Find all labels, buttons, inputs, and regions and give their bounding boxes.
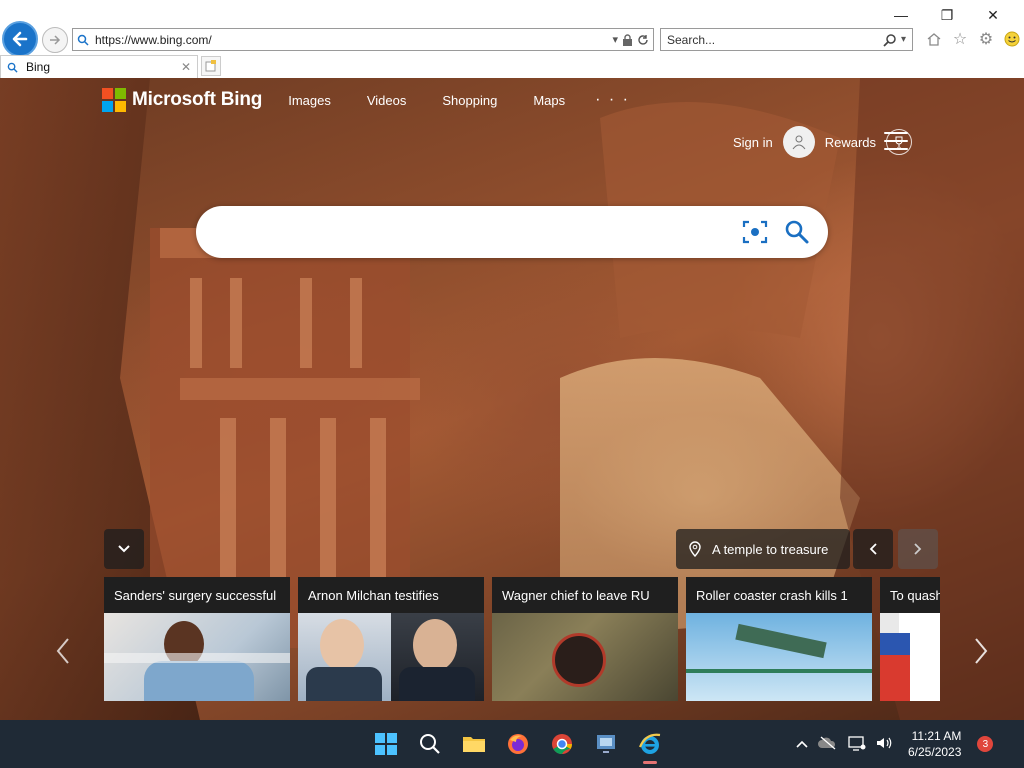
volume-icon[interactable] (876, 736, 892, 753)
chevron-right-icon (975, 638, 988, 664)
bing-homepage: Microsoft Bing Images Videos Shopping Ma… (0, 78, 1024, 720)
notification-badge[interactable]: 3 (977, 736, 994, 752)
chevron-right-icon (914, 543, 922, 555)
onedrive-offline-icon[interactable] (818, 736, 838, 753)
news-headline[interactable]: Wagner chief to leave RU (492, 577, 678, 613)
close-window-button[interactable]: ✕ (970, 4, 1016, 26)
search-submit-icon[interactable] (780, 215, 814, 249)
search-icon[interactable] (883, 33, 897, 47)
system-tray: 11:21 AM 6/25/2023 3 (796, 720, 994, 768)
microsoft-logo-icon (102, 88, 126, 112)
collapse-feed-button[interactable] (104, 529, 144, 569)
news-thumbnail[interactable] (880, 613, 940, 701)
bing-top-nav: Microsoft Bing Images Videos Shopping Ma… (102, 88, 630, 112)
network-icon[interactable] (848, 735, 866, 754)
avatar[interactable] (782, 126, 815, 158)
news-carousel: Sanders' surgery successful Arnon Milcha… (104, 577, 940, 701)
favorites-star-icon[interactable]: ☆ (950, 28, 970, 50)
bing-search-box[interactable] (196, 206, 828, 258)
new-tab-icon (205, 60, 216, 72)
search-dropdown-icon[interactable]: ▾ (901, 34, 906, 45)
file-explorer-icon[interactable] (452, 726, 496, 762)
image-info-button[interactable]: A temple to treasure (676, 529, 850, 569)
refresh-icon[interactable] (637, 34, 649, 46)
news-card[interactable]: To quash (880, 577, 940, 701)
chevron-down-icon (118, 545, 130, 553)
carousel-prev-button[interactable] (52, 633, 74, 669)
news-headline[interactable]: To quash (880, 577, 940, 613)
dropdown-icon[interactable]: ▾ (612, 33, 618, 46)
browser-chrome: — ❐ ✕ https://www.bing.com/ ▾ Search... … (0, 0, 1024, 78)
location-pin-icon (689, 541, 701, 557)
more-icon[interactable]: · · · (595, 91, 630, 109)
nav-images[interactable]: Images (288, 93, 331, 108)
news-thumbnail[interactable] (298, 613, 484, 701)
nav-maps[interactable]: Maps (533, 93, 565, 108)
browser-toolbar-icons: ☆ ⚙ (924, 28, 1022, 50)
nav-videos[interactable]: Videos (367, 93, 407, 108)
news-card[interactable]: Roller coaster crash kills 1 (686, 577, 872, 701)
search-icon (7, 62, 18, 73)
firefox-icon[interactable] (496, 726, 540, 762)
next-image-button[interactable] (898, 529, 938, 569)
address-url[interactable]: https://www.bing.com/ (95, 33, 612, 47)
image-caption: A temple to treasure (712, 541, 829, 557)
restore-button[interactable]: ❐ (924, 4, 970, 26)
search-icon (77, 34, 89, 46)
gear-icon[interactable]: ⚙ (976, 28, 996, 50)
news-card[interactable]: Wagner chief to leave RU (492, 577, 678, 701)
news-card[interactable]: Arnon Milchan testifies (298, 577, 484, 701)
forward-arrow-icon (50, 35, 61, 45)
news-thumbnail[interactable] (686, 613, 872, 701)
home-icon[interactable] (924, 28, 944, 50)
user-icon (792, 135, 806, 150)
minimize-button[interactable]: — (878, 4, 924, 26)
search-icon[interactable] (408, 726, 452, 762)
back-arrow-icon (12, 31, 28, 47)
back-button[interactable] (2, 21, 38, 57)
clock-date: 6/25/2023 (908, 745, 962, 759)
clock-time: 11:21 AM (911, 729, 962, 743)
news-headline[interactable]: Roller coaster crash kills 1 (686, 577, 872, 613)
taskbar-apps (364, 726, 672, 764)
lock-icon[interactable] (622, 33, 633, 46)
new-tab-button[interactable] (201, 56, 221, 76)
news-headline[interactable]: Arnon Milchan testifies (298, 577, 484, 613)
previous-image-button[interactable] (853, 529, 893, 569)
nav-links: Images Videos Shopping Maps (288, 93, 601, 108)
taskbar: 11:21 AM 6/25/2023 3 (0, 720, 1024, 768)
close-tab-icon[interactable]: ✕ (181, 60, 197, 74)
tab-title: Bing (26, 60, 51, 74)
smiley-feedback-icon[interactable] (1002, 28, 1022, 50)
brand-name: Microsoft Bing (132, 89, 263, 110)
show-hidden-icons-chevron-up-icon[interactable] (796, 737, 808, 751)
search-input[interactable] (210, 217, 730, 247)
address-bar[interactable]: https://www.bing.com/ ▾ (72, 28, 654, 51)
news-card[interactable]: Sanders' surgery successful (104, 577, 290, 701)
chrome-icon[interactable] (540, 726, 584, 762)
chevron-left-icon (56, 638, 69, 664)
microsoft-bing-logo[interactable]: Microsoft Bing (102, 88, 262, 112)
chevron-left-icon (869, 543, 877, 555)
sign-in-link[interactable]: Sign in (733, 135, 773, 150)
tab-bing[interactable]: Bing ✕ (0, 55, 198, 78)
carousel-next-button[interactable] (970, 633, 992, 669)
window-controls: — ❐ ✕ (878, 4, 1016, 26)
news-thumbnail[interactable] (492, 613, 678, 701)
tab-strip: Bing ✕ (0, 55, 1024, 78)
internet-explorer-icon[interactable] (628, 726, 672, 764)
menu-icon[interactable] (884, 132, 908, 150)
nav-shopping[interactable]: Shopping (442, 93, 497, 108)
browser-search-input[interactable] (667, 32, 883, 47)
rewards-link[interactable]: Rewards (825, 135, 876, 150)
visual-search-icon[interactable] (738, 215, 772, 249)
network-app-icon[interactable] (584, 726, 628, 762)
clock[interactable]: 11:21 AM 6/25/2023 (908, 728, 961, 760)
browser-search-box[interactable]: ▾ (660, 28, 913, 51)
forward-button[interactable] (42, 27, 68, 53)
news-thumbnail[interactable] (104, 613, 290, 701)
windows-start-icon[interactable] (364, 726, 408, 762)
news-headline[interactable]: Sanders' surgery successful (104, 577, 290, 613)
